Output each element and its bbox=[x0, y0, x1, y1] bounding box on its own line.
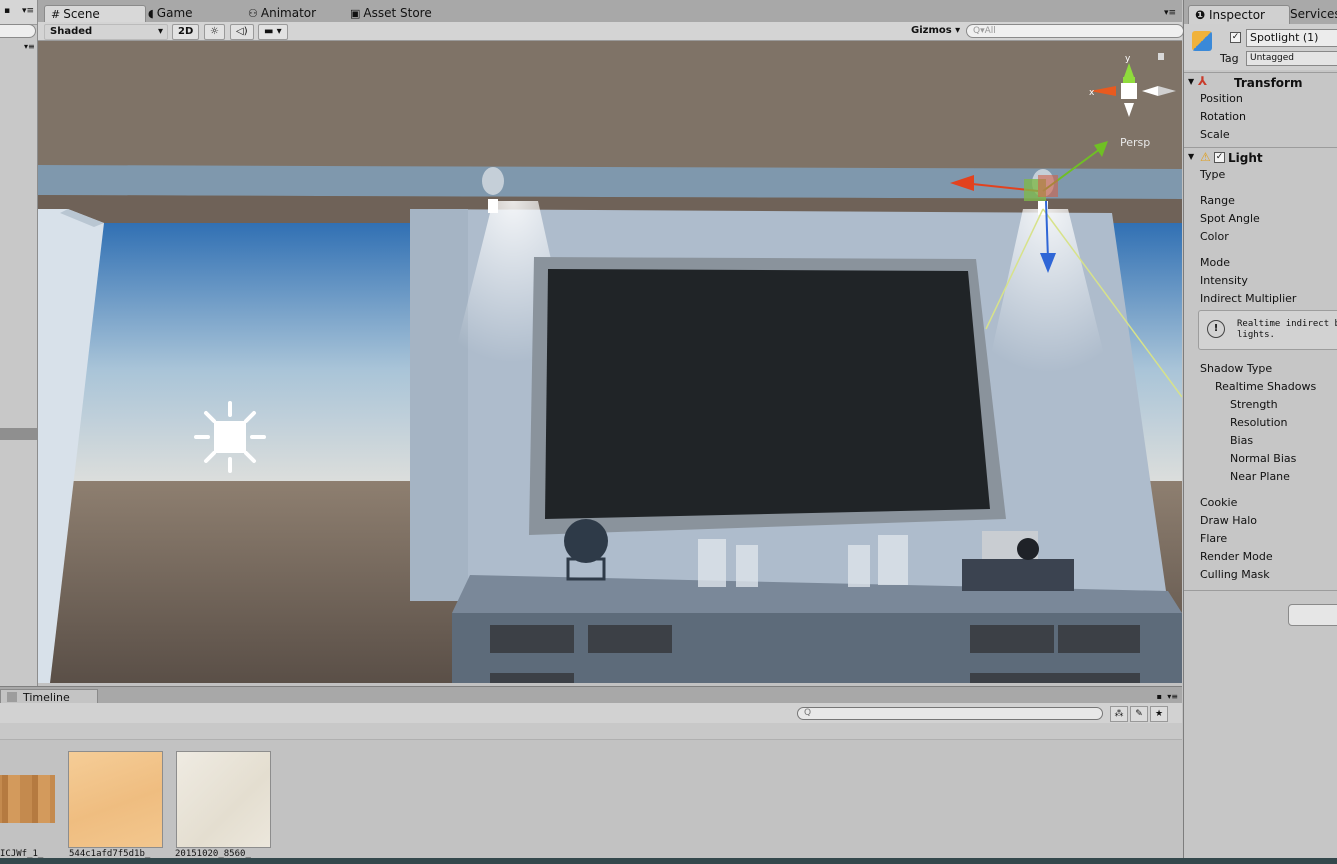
position-label: Position bbox=[1200, 92, 1243, 105]
pacman-icon: ◖ bbox=[148, 7, 154, 20]
scale-label: Scale bbox=[1200, 128, 1230, 141]
near-plane-label: Near Plane bbox=[1230, 470, 1290, 483]
favorites-button[interactable]: ★ bbox=[1150, 706, 1168, 722]
speaker-icon: ◁) bbox=[236, 26, 248, 37]
light-enabled-checkbox[interactable]: ✓ bbox=[1214, 152, 1225, 163]
project-breadcrumb-bar bbox=[0, 723, 1182, 740]
timeline-icon bbox=[7, 692, 17, 702]
culling-mask-label: Culling Mask bbox=[1200, 568, 1270, 581]
menu-icon[interactable]: ▾≡ bbox=[1167, 692, 1178, 701]
chevron-down-icon: ▾ bbox=[157, 26, 163, 37]
2d-toggle-button[interactable]: 2D bbox=[172, 24, 200, 40]
mode-label: Mode bbox=[1200, 256, 1230, 269]
realtime-shadows-label: Realtime Shadows bbox=[1215, 380, 1317, 393]
hierarchy-search[interactable] bbox=[0, 24, 36, 38]
scene-render: x y Persp bbox=[38, 41, 1182, 683]
add-component-button[interactable] bbox=[1288, 604, 1337, 626]
options-icon[interactable]: ▾≡ bbox=[24, 42, 35, 51]
color-label: Color bbox=[1200, 230, 1229, 243]
lock-icon[interactable]: ▪ bbox=[1157, 692, 1162, 701]
lighting-toggle-button[interactable]: ☼ bbox=[204, 24, 225, 40]
asset-thumbnail[interactable] bbox=[68, 751, 163, 848]
lock-icon[interactable]: ▪ bbox=[4, 6, 10, 16]
range-label: Range bbox=[1200, 194, 1235, 207]
hierarchy-panel: ▪ ▾≡ ▾≡ bbox=[0, 0, 38, 686]
bias-label: Bias bbox=[1230, 434, 1254, 447]
object-header: ✓ Spotlight (1) Tag Untagged bbox=[1184, 24, 1337, 70]
resolution-label: Resolution bbox=[1230, 416, 1288, 429]
tag-label: Tag bbox=[1220, 52, 1239, 65]
cookie-label: Cookie bbox=[1200, 496, 1238, 509]
scene-search-input[interactable]: Q▾All bbox=[966, 24, 1184, 38]
image-icon: ▬ bbox=[264, 26, 274, 37]
gizmos-dropdown[interactable]: Gizmos ▾ bbox=[906, 24, 965, 38]
timeline-tab-bar: Timeline ▪ ▾≡ bbox=[0, 686, 1182, 705]
asset-thumbnail[interactable] bbox=[176, 751, 271, 848]
foldout-arrow-icon: ▼ bbox=[1188, 152, 1195, 161]
scene-toolbar: Shaded ▾ 2D ☼ ◁) ▬ ▾ Gizmos ▾ Q▾All bbox=[38, 22, 1184, 41]
audio-toggle-button[interactable]: ◁) bbox=[230, 24, 254, 40]
axis-x-label: x bbox=[1089, 88, 1095, 98]
sun-icon: ☼ bbox=[210, 26, 219, 37]
foldout-arrow-icon: ▼ bbox=[1188, 77, 1195, 86]
transform-icon: ⅄ bbox=[1198, 74, 1208, 88]
hierarchy-header: ▪ ▾≡ bbox=[0, 0, 37, 25]
tab-animator[interactable]: ⚇ Animator bbox=[242, 5, 322, 22]
asset-thumbnail[interactable] bbox=[0, 775, 55, 823]
tag-dropdown[interactable]: Untagged bbox=[1246, 51, 1337, 66]
tab-game[interactable]: ◖ Game bbox=[142, 5, 199, 22]
info-icon: ❶ bbox=[1195, 8, 1206, 22]
store-icon: ▣ bbox=[350, 7, 361, 20]
project-search-input[interactable]: Q bbox=[797, 707, 1103, 720]
tab-inspector[interactable]: ❶ Inspector bbox=[1188, 5, 1290, 24]
inspector-tab-bar: ❶ Inspector Services bbox=[1184, 0, 1337, 24]
spot-angle-label: Spot Angle bbox=[1200, 212, 1260, 225]
light-icon: ⚠ bbox=[1200, 150, 1211, 164]
scene-viewport[interactable]: x y Persp bbox=[38, 41, 1182, 683]
effects-dropdown[interactable]: ▬ ▾ bbox=[258, 24, 288, 40]
section-divider bbox=[1184, 590, 1337, 591]
info-circle-icon: ! bbox=[1207, 320, 1225, 338]
active-checkbox[interactable]: ✓ bbox=[1230, 32, 1241, 43]
tab-services[interactable]: Services bbox=[1284, 5, 1337, 23]
persp-label: Persp bbox=[1120, 136, 1150, 149]
draw-mode-dropdown[interactable]: Shaded ▾ bbox=[44, 24, 168, 40]
draw-halo-label: Draw Halo bbox=[1200, 514, 1258, 527]
project-toolbar: Q ⁂ ✎ ★ bbox=[0, 703, 1182, 724]
normal-bias-label: Normal Bias bbox=[1230, 452, 1297, 465]
project-asset-grid: ICJWf_1_ 544c1afd7f5d1b_ 20151020_8560_ bbox=[0, 740, 1182, 859]
status-bar bbox=[0, 858, 1337, 864]
axis-y-label: y bbox=[1125, 54, 1131, 64]
hash-icon: # bbox=[51, 8, 61, 21]
cube-icon bbox=[1192, 31, 1212, 51]
type-label: Type bbox=[1200, 168, 1226, 181]
scene-tab-bar: # Scene ◖ Game ⚇ Animator ▣ Asset Store ▾≡ bbox=[38, 0, 1182, 23]
light-section-header[interactable]: ▼ ⚠ ✓ Light bbox=[1184, 147, 1337, 167]
rotation-label: Rotation bbox=[1200, 110, 1247, 123]
lock-icon bbox=[1158, 53, 1164, 60]
info-box: ! Realtime indirect bo lights. bbox=[1198, 310, 1337, 350]
filter-by-type-button[interactable]: ⁂ bbox=[1110, 706, 1128, 722]
tab-scene[interactable]: # Scene bbox=[44, 5, 146, 23]
intensity-label: Intensity bbox=[1200, 274, 1248, 287]
tab-asset-store[interactable]: ▣ Asset Store bbox=[344, 5, 438, 22]
transform-section-header[interactable]: ▼ ⅄ Transform bbox=[1184, 72, 1337, 92]
object-name-field[interactable]: Spotlight (1) bbox=[1246, 29, 1337, 47]
filter-by-label-button[interactable]: ✎ bbox=[1130, 706, 1148, 722]
strength-label: Strength bbox=[1230, 398, 1278, 411]
flare-label: Flare bbox=[1200, 532, 1228, 545]
inspector-panel: ❶ Inspector Services ✓ Spotlight (1) Tag… bbox=[1183, 0, 1337, 864]
render-mode-label: Render Mode bbox=[1200, 550, 1273, 563]
indirect-multiplier-label: Indirect Multiplier bbox=[1200, 292, 1297, 305]
hierarchy-selected-row[interactable] bbox=[0, 428, 37, 440]
animator-icon: ⚇ bbox=[248, 7, 258, 20]
menu-icon[interactable]: ▾≡ bbox=[1164, 8, 1176, 18]
shadow-type-label: Shadow Type bbox=[1200, 362, 1273, 375]
menu-icon[interactable]: ▾≡ bbox=[22, 6, 34, 16]
